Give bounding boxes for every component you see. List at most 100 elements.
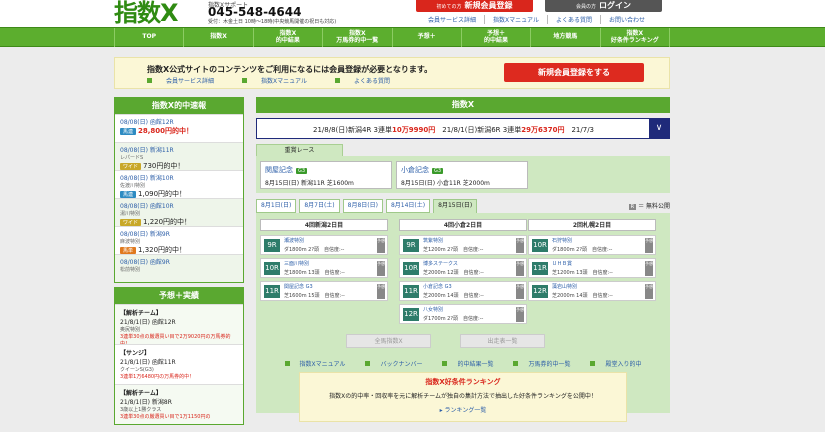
race-side-label[interactable]: 予想 [516, 307, 524, 322]
hit-report-item[interactable]: 08/08(日) 新潟9R 麻波特別 馬単 1,320円的中！ [115, 226, 243, 254]
hit-report-date: 08/08(日) 新潟9R [120, 231, 170, 238]
nav-yoso-plus-results[interactable]: 予想＋ 的中結果 [462, 28, 532, 47]
hit-report-item[interactable]: 08/08(日) 函館10R 湯川特別 ワイド 1,220円的中！ [115, 198, 243, 226]
tab-graded-races[interactable]: 重賞レース [256, 144, 343, 156]
tab-date[interactable]: 8月8日(日) [342, 199, 383, 213]
race-name: 筑紫特別 [423, 238, 444, 244]
race-number: 12R [403, 308, 419, 321]
race-side-label[interactable]: 予想 [645, 238, 653, 253]
race-info: 芝2000m 14頭 自信度:-- [552, 293, 613, 299]
entry-list-button[interactable]: 出走表一覧 [460, 334, 545, 348]
race-side-label[interactable]: 予想 [645, 284, 653, 299]
grade-badge: G3 [296, 168, 308, 174]
nav-yoso-plus[interactable]: 予想＋ [393, 28, 462, 47]
nav-index-x-results[interactable]: 指数X 的中結果 [254, 28, 324, 47]
bet-type-badge: 馬連 [120, 128, 137, 135]
footer-link[interactable]: バックナンバー [360, 359, 427, 368]
graded-race-card[interactable]: 関屋記念 G3 8月15日(日) 新潟11R 芝1600m [260, 161, 392, 189]
nav-local-racing[interactable]: 地方競馬 [531, 28, 601, 47]
register-button-sub: 初めての方 [436, 4, 462, 10]
footer-link[interactable]: 万馬券的中一覧 [508, 359, 575, 368]
site-logo[interactable]: 指数X [114, 0, 179, 26]
race-side-label[interactable]: 予想 [645, 261, 653, 276]
race-item[interactable]: 12R 藻岩山特別 芝2000m 14頭 自信度:-- 予想 [528, 281, 656, 301]
race-item[interactable]: 9R 瀬波特別 ダ1800m 2?頭 自信度:-- 予想 [260, 235, 388, 255]
yoso-date: 21/8/1(日) 新潟8R [120, 399, 172, 406]
hit-report-item[interactable]: 08/08(日) 新潟11R レパードS ワイド 730円的中！ [115, 142, 243, 170]
link-service-detail[interactable]: 会員サービス詳細 [420, 15, 484, 24]
nav-ranking[interactable]: 指数X 好条件ランキング [601, 28, 670, 47]
yoso-race: 3歳以上1勝クラス [120, 407, 162, 413]
big-payout-ticker[interactable]: 21/8/8(日)新潟4R 3連単10万9990円 21/8/1(日)新潟6R … [256, 118, 670, 139]
link-manual[interactable]: 指数Xマニュアル [484, 15, 547, 24]
graded-race-card[interactable]: 小倉記念 G3 8月15日(日) 小倉11R 芝2000m [396, 161, 528, 189]
notice-link-service[interactable]: 会員サービス詳細 [147, 76, 228, 85]
register-button-label: 新規会員登録 [464, 1, 513, 10]
bet-type-badge: ワイド [120, 219, 142, 226]
race-side-label[interactable]: 予想 [377, 238, 385, 253]
tab-date[interactable]: 8月7日(土) [299, 199, 340, 213]
login-button[interactable]: 会員の方 ログイン [545, 0, 662, 12]
tab-date[interactable]: 8月14日(土) [385, 199, 431, 213]
race-item[interactable]: 10R 三面川特別 芝1800m 13頭 自信度:-- 予想 [260, 258, 388, 278]
ticker-payout: 29万6370円 [521, 126, 565, 134]
bet-type-badge: ワイド [120, 163, 142, 170]
hit-report-item[interactable]: 08/08(日) 新潟10R 佐渡川特別 馬連 1,090円的中！ [115, 170, 243, 198]
chevron-down-icon[interactable]: ∨ [649, 119, 669, 138]
date-tabs: 8月1日(日) 8月7日(土) 8月8日(日) 8月14日(土) 8月15日(日) [256, 199, 670, 213]
footer-link[interactable]: 殿堂入り的中 [585, 359, 646, 368]
bullet-icon [365, 361, 371, 366]
bullet-icon [334, 78, 340, 83]
nav-index-x-big-payouts[interactable]: 指数X 万馬券的中一覧 [323, 28, 393, 47]
bet-type-badge: 馬単 [120, 247, 137, 254]
race-name: 石狩特別 [552, 238, 573, 244]
main-footer-links: 指数Xマニュアル バックナンバー 的中結果一覧 万馬券的中一覧 殿堂入り的中 [256, 359, 670, 368]
register-button[interactable]: 初めての方 新規会員登録 [416, 0, 533, 12]
hit-report-item[interactable]: 08/08(日) 函館9R 松前特別 [115, 254, 243, 282]
race-name: 八女特別 [423, 307, 444, 313]
all-horses-index-button[interactable]: 全馬指数X [346, 334, 431, 348]
yoso-date: 21/8/1(日) 函館12R [120, 319, 176, 326]
race-side-label[interactable]: 予想 [377, 261, 385, 276]
notice-register-button[interactable]: 新規会員登録をする [504, 63, 644, 82]
race-item[interactable]: 9R 筑紫特別 芝1200m 2?頭 自信度:-- 予想 [399, 235, 527, 255]
yoso-team: 【解析チーム】 [120, 310, 162, 317]
tab-date[interactable]: 8月15日(日) [433, 199, 478, 213]
race-item[interactable]: 11R 関屋記念 G3 芝1600m 15頭 自信度:-- 予想 [260, 281, 388, 301]
link-faq[interactable]: よくある質問 [546, 15, 600, 24]
footer-link[interactable]: 指数Xマニュアル [280, 359, 351, 368]
race-info: 芝2000m 12頭 自信度:-- [423, 270, 484, 276]
race-side-label[interactable]: 予想 [516, 238, 524, 253]
yoso-item[interactable]: 【解析チーム】 21/8/1(日) 函館12R 奥尻特別 3連単30点の厳選買い目で2… [115, 304, 243, 344]
race-item[interactable]: 10R 石狩特別 ダ1800m 2?頭 自信度:-- 予想 [528, 235, 656, 255]
race-side-label[interactable]: 予想 [516, 261, 524, 276]
ticker-race: 21/8/1(日)新潟6R 3連単 [435, 126, 522, 134]
notice-link-manual[interactable]: 指数Xマニュアル [242, 76, 321, 85]
link-contact[interactable]: お問い合わせ [599, 15, 653, 24]
race-item[interactable]: 11R ＵＨＢ賞 芝1200m 13頭 自信度:-- 予想 [528, 258, 656, 278]
yoso-race: クイーンS(G3) [120, 367, 154, 373]
nav-top[interactable]: TOP [114, 28, 185, 47]
hit-report-date: 08/08(日) 函館12R [120, 119, 174, 126]
free-legend: R ＝ 無料公開 [628, 201, 670, 210]
nav-index-x[interactable]: 指数X [184, 28, 254, 47]
race-number: 9R [403, 239, 419, 252]
main-content: 指数X 21/8/8(日)新潟4R 3連単10万9990円 21/8/1(日)新… [256, 97, 670, 422]
footer-link[interactable]: 的中結果一覧 [437, 359, 498, 368]
race-side-label[interactable]: 予想 [516, 284, 524, 299]
ranking-title: 指数X好条件ランキング [425, 378, 501, 386]
venue-column: 4回小倉2日目 9R 筑紫特別 芝1200m 2?頭 自信度:-- 予想 10R 博多ステー… [399, 219, 527, 327]
race-item[interactable]: 10R 博多ステークス 芝2000m 12頭 自信度:-- 予想 [399, 258, 527, 278]
race-item[interactable]: 11R 小倉記念 G3 芝2000m 14頭 自信度:-- 予想 [399, 281, 527, 301]
race-info: 芝1600m 15頭 自信度:-- [284, 293, 345, 299]
yoso-item[interactable]: 【サンジ】 21/8/1(日) 函館11R クイーンS(G3) 3連単1万6480円の… [115, 344, 243, 384]
race-name: 小倉記念 G3 [423, 284, 452, 290]
race-side-label[interactable]: 予想 [377, 284, 385, 299]
hit-report-item[interactable]: 08/08(日) 函館12R 馬連 28,800円的中！ [115, 114, 243, 142]
ranking-link[interactable]: ▸ ランキング一覧 [300, 405, 626, 414]
yoso-item[interactable]: 【解析チーム】 21/8/1(日) 新潟8R 3歳以上1勝クラス 3連単30点の厳選買… [115, 384, 243, 424]
notice-link-faq[interactable]: よくある質問 [334, 76, 404, 85]
race-item[interactable]: 12R 八女特別 ダ1700m 2?頭 自信度:-- 予想 [399, 304, 527, 324]
race-number: 10R [403, 262, 419, 275]
tab-date[interactable]: 8月1日(日) [256, 199, 297, 213]
